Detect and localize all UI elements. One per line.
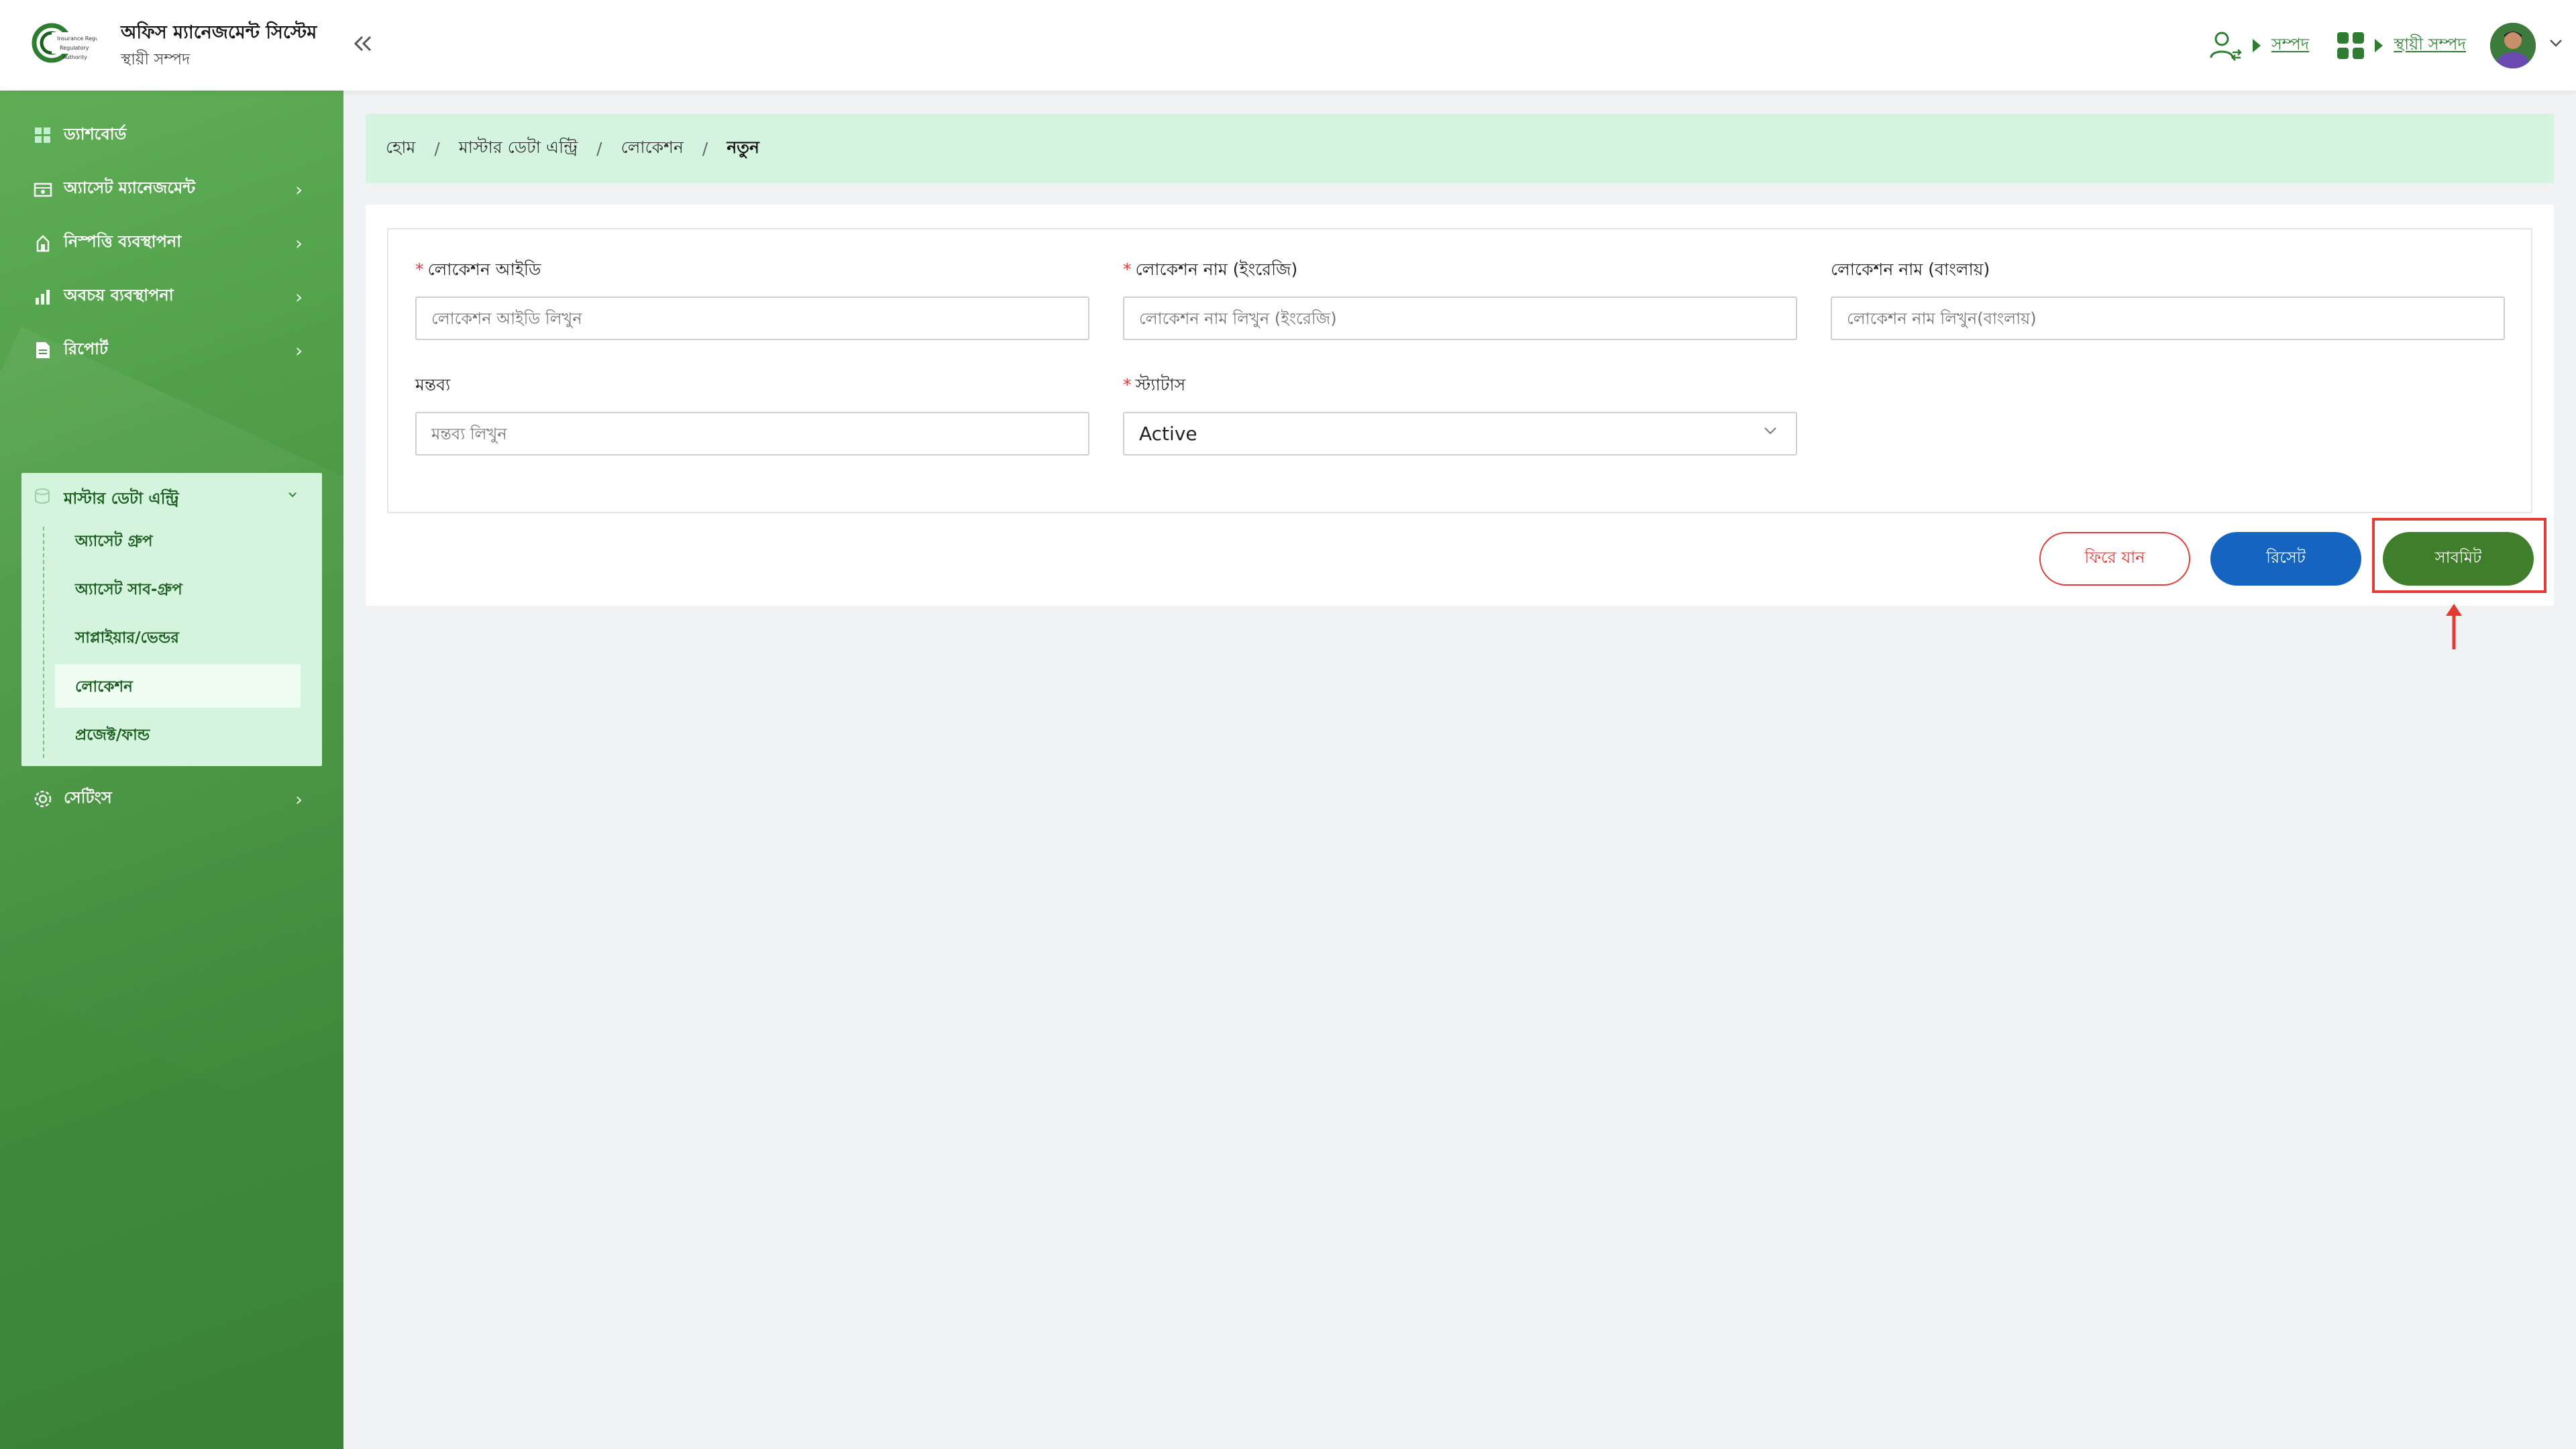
disposal-icon bbox=[34, 233, 52, 252]
logo: Insurance Regulatory Authority Regulator… bbox=[30, 20, 141, 70]
location-name-bn-label: লোকেশন নাম (বাংলায়) bbox=[1831, 260, 1990, 279]
sidebar-item-label: মাস্টার ডেটা এন্ট্রি bbox=[64, 489, 179, 508]
breadcrumb-current: নতুন bbox=[727, 138, 759, 157]
status-label-text: স্ট্যাটাস bbox=[1135, 375, 1186, 394]
breadcrumb: হোম / মাস্টার ডেটা এন্ট্রি / লোকেশন / নত… bbox=[366, 114, 2554, 183]
sidebar-subitem-location[interactable]: লোকেশন bbox=[75, 674, 133, 700]
sidebar-item-label: অ্যাসেট ম্যানেজমেন্ট bbox=[64, 178, 196, 197]
collapse-sidebar-button[interactable] bbox=[349, 30, 376, 57]
breadcrumb-location[interactable]: লোকেশন bbox=[621, 134, 684, 163]
sidebar-item-label: সেটিংস bbox=[64, 788, 112, 807]
user-switch-icon[interactable] bbox=[2208, 28, 2243, 63]
top-header: Insurance Regulatory Authority Regulator… bbox=[0, 0, 2576, 91]
sidebar-item-label: অবচয় ব্যবস্থাপনা bbox=[64, 286, 174, 305]
chevron-right-icon: › bbox=[295, 788, 303, 810]
report-icon bbox=[34, 341, 52, 360]
sidebar-item-depreciation[interactable]: অবচয় ব্যবস্থাপনা › bbox=[0, 270, 343, 323]
submit-highlight-box bbox=[2372, 518, 2546, 593]
asset-management-icon bbox=[34, 180, 52, 199]
avatar[interactable] bbox=[2490, 22, 2536, 68]
chevron-down-icon[interactable] bbox=[2536, 32, 2576, 59]
reset-button[interactable]: রিসেট bbox=[2210, 532, 2361, 586]
caret-right-icon bbox=[2375, 38, 2383, 52]
app-subtitle: স্থায়ী সম্পদ bbox=[121, 51, 191, 68]
caret-right-icon bbox=[2252, 38, 2261, 52]
sidebar-item-disposal[interactable]: নিস্পত্তি ব্যবস্থাপনা › bbox=[0, 216, 343, 270]
sidebar-item-report[interactable]: রিপোর্ট › bbox=[0, 323, 343, 377]
arrow-up-icon bbox=[2446, 604, 2462, 649]
submenu-guide-line bbox=[43, 527, 44, 758]
chevron-right-icon: › bbox=[295, 285, 303, 308]
database-icon bbox=[34, 488, 51, 505]
location-id-label-text: লোকেশন আইডি bbox=[427, 260, 541, 279]
sidebar-item-asset-management[interactable]: অ্যাসেট ম্যানেজমেন্ট › bbox=[0, 162, 343, 216]
header-actions: সম্পদ স্থায়ী সম্পদ bbox=[2208, 20, 2576, 70]
apps-grid-icon[interactable] bbox=[2336, 31, 2365, 60]
required-mark: * bbox=[415, 260, 424, 279]
sidebar-item-settings[interactable]: সেটিংস › bbox=[0, 772, 343, 826]
depreciation-icon bbox=[34, 287, 52, 306]
sidebar: ড্যাশবোর্ড অ্যাসেট ম্যানেজমেন্ট › নিস্পত… bbox=[0, 91, 343, 1449]
resource-link[interactable]: সম্পদ bbox=[2271, 32, 2309, 59]
breadcrumb-separator: / bbox=[596, 139, 602, 158]
location-id-input[interactable] bbox=[415, 297, 1089, 340]
sidebar-item-dashboard[interactable]: ড্যাশবোর্ড bbox=[0, 109, 343, 162]
required-mark: * bbox=[1123, 375, 1132, 394]
status-label: * স্ট্যাটাস bbox=[1123, 372, 1185, 400]
fixed-asset-link[interactable]: স্থায়ী সম্পদ bbox=[2394, 32, 2466, 59]
status-select-value: Active bbox=[1139, 423, 1197, 445]
app-title: অফিস ম্যানেজমেন্ট সিস্টেম bbox=[121, 22, 317, 43]
location-name-bn-input[interactable] bbox=[1831, 297, 2505, 340]
location-name-en-input[interactable] bbox=[1123, 297, 1797, 340]
sidebar-subitem-project-fund[interactable]: প্রজেক্ট/ফান্ড bbox=[75, 722, 150, 749]
location-name-en-label-text: লোকেশন নাম (ইংরেজি) bbox=[1135, 260, 1298, 279]
breadcrumb-master-data[interactable]: মাস্টার ডেটা এন্ট্রি bbox=[459, 134, 578, 163]
double-chevron-left-icon bbox=[354, 36, 372, 52]
dashboard-icon bbox=[34, 126, 52, 145]
breadcrumb-separator: / bbox=[434, 139, 440, 158]
sidebar-subitem-asset-subgroup[interactable]: অ্যাসেট সাব-গ্রুপ bbox=[75, 577, 182, 603]
chevron-right-icon: › bbox=[295, 339, 303, 362]
sidebar-item-label: রিপোর্ট bbox=[64, 339, 109, 358]
sidebar-subitem-asset-group[interactable]: অ্যাসেট গ্রুপ bbox=[75, 529, 153, 555]
back-button[interactable]: ফিরে যান bbox=[2039, 532, 2190, 586]
sidebar-item-label: নিস্পত্তি ব্যবস্থাপনা bbox=[64, 232, 182, 251]
sidebar-subitem-supplier-vendor[interactable]: সাপ্লাইয়ার/ভেন্ডর bbox=[75, 625, 179, 651]
location-form: *লোকেশন আইডি *লোকেশন নাম (ইংরেজি) লোকেশন… bbox=[387, 228, 2532, 513]
sidebar-submenu-master-data: মাস্টার ডেটা এন্ট্রি › অ্যাসেট গ্রুপ অ্য… bbox=[21, 473, 322, 766]
remarks-label: মন্তব্য bbox=[415, 375, 451, 394]
breadcrumb-home[interactable]: হোম bbox=[386, 134, 415, 163]
sidebar-item-master-data[interactable]: মাস্টার ডেটা এন্ট্রি › bbox=[21, 473, 322, 520]
svg-text:Regulatory: Regulatory bbox=[60, 45, 89, 51]
location-form-card: *লোকেশন আইডি *লোকেশন নাম (ইংরেজি) লোকেশন… bbox=[366, 205, 2554, 606]
settings-icon bbox=[34, 790, 52, 808]
sidebar-item-label: ড্যাশবোর্ড bbox=[64, 125, 127, 144]
chevron-down-icon bbox=[1762, 423, 1778, 443]
logo-text-1: Insurance Regulatory Authority bbox=[57, 36, 97, 42]
status-select[interactable]: Active bbox=[1123, 412, 1797, 455]
breadcrumb-separator: / bbox=[702, 139, 708, 158]
required-mark: * bbox=[1123, 260, 1132, 279]
chevron-right-icon: › bbox=[295, 178, 303, 201]
location-name-en-label: * লোকেশন নাম (ইংরেজি) bbox=[1123, 256, 1297, 285]
remarks-input[interactable] bbox=[415, 412, 1089, 455]
svg-text:Authority: Authority bbox=[62, 54, 87, 60]
chevron-right-icon: › bbox=[295, 231, 303, 254]
chevron-down-icon: › bbox=[282, 490, 305, 499]
location-id-label: * লোকেশন আইডি bbox=[415, 256, 541, 285]
